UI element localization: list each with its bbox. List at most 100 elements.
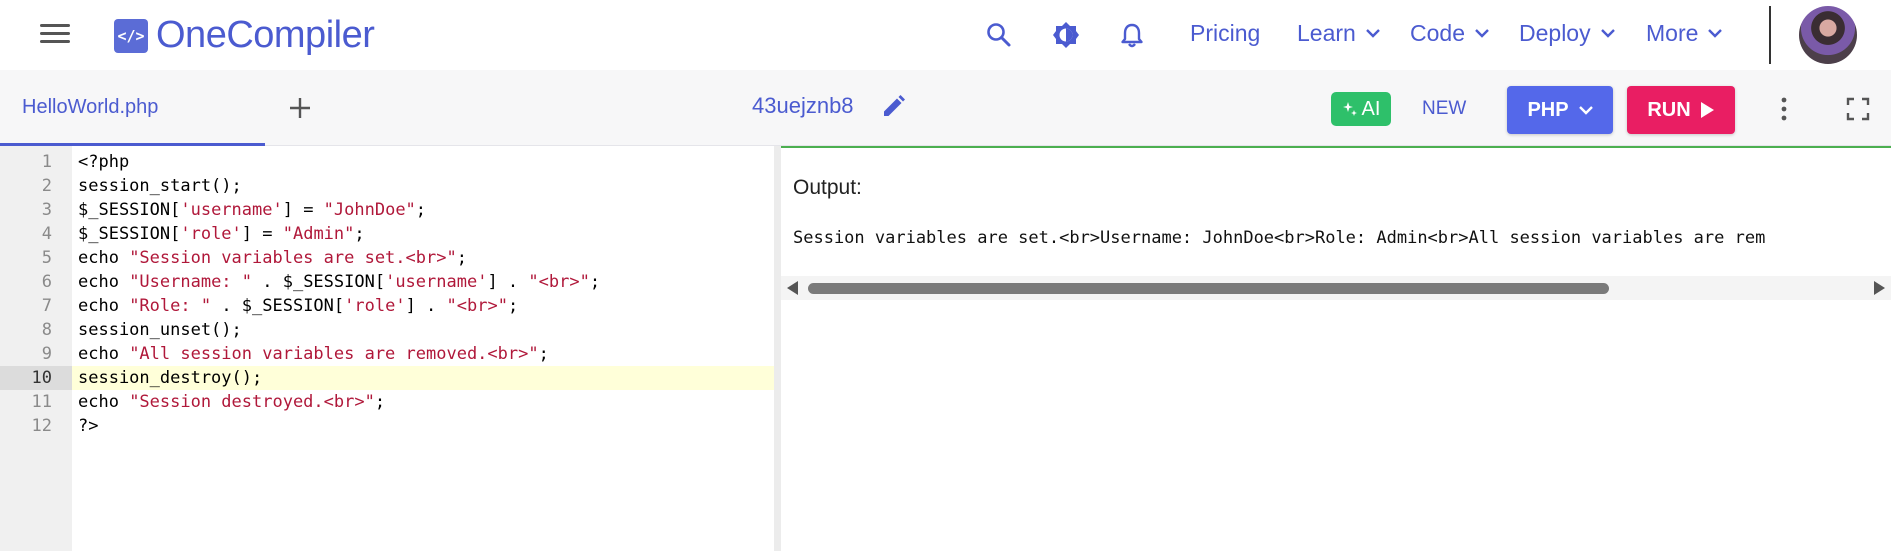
code-line[interactable]: 6 echo "Username: " . $_SESSION['username… bbox=[0, 270, 774, 294]
output-pane: Output: Session variables are set.<br>Us… bbox=[781, 146, 1891, 553]
code-editor[interactable]: 1 <?php 2 session_start(); 3 $_SESSION['usern… bbox=[0, 146, 774, 551]
chevron-down-icon bbox=[1708, 29, 1723, 38]
fullscreen-icon[interactable] bbox=[1846, 97, 1870, 121]
line-number: 2 bbox=[41, 176, 52, 196]
menu-icon[interactable] bbox=[40, 24, 70, 44]
code-line[interactable]: 4 $_SESSION['role'] = "Admin"; bbox=[0, 222, 774, 246]
chevron-down-icon bbox=[1600, 29, 1615, 38]
language-select[interactable]: PHP bbox=[1507, 86, 1613, 134]
string-token: 'username' bbox=[385, 272, 488, 292]
string-token: "<br>" bbox=[446, 296, 508, 316]
new-button[interactable]: NEW bbox=[1422, 98, 1466, 120]
sparkle-icon bbox=[1342, 102, 1357, 116]
code-token: ] . bbox=[487, 272, 529, 292]
nav-code[interactable]: Code bbox=[1410, 20, 1489, 47]
chevron-down-icon bbox=[1365, 29, 1380, 38]
code-line[interactable]: 12 ?> bbox=[0, 414, 774, 438]
nav-learn[interactable]: Learn bbox=[1297, 20, 1380, 47]
code-line[interactable]: 11 echo "Session destroyed.<br>"; bbox=[0, 390, 774, 414]
string-token: "All session variables are removed.<br>" bbox=[129, 344, 539, 364]
nav-pricing-label: Pricing bbox=[1190, 20, 1261, 46]
code-token: echo bbox=[78, 296, 130, 316]
code-text: session_unset(); bbox=[78, 318, 242, 342]
code-token: session_unset(); bbox=[78, 320, 242, 340]
string-token: 'role' bbox=[180, 224, 242, 244]
code-text: echo "Session variables are set.<br>"; bbox=[78, 246, 467, 270]
code-line[interactable]: 8 session_unset(); bbox=[0, 318, 774, 342]
brand-name: OneCompiler bbox=[156, 14, 375, 56]
add-file-icon[interactable] bbox=[288, 96, 312, 120]
code-line[interactable]: 9 echo "All session variables are removed… bbox=[0, 342, 774, 366]
line-number: 5 bbox=[41, 248, 52, 268]
chevron-down-icon bbox=[1578, 105, 1593, 115]
code-line[interactable]: 2 session_start(); bbox=[0, 174, 774, 198]
code-line[interactable]: 1 <?php bbox=[0, 150, 774, 174]
top-navbar: </> OneCompiler Pricing Learn Code Deplo… bbox=[0, 0, 1891, 71]
nav-deploy[interactable]: Deploy bbox=[1519, 20, 1615, 47]
code-line[interactable]: 7 echo "Role: " . $_SESSION['role'] . "<b… bbox=[0, 294, 774, 318]
code-token: session_destroy(); bbox=[78, 368, 263, 388]
nav-divider bbox=[1769, 6, 1771, 64]
code-token: ; bbox=[589, 272, 601, 292]
code-text: session_destroy(); bbox=[78, 366, 262, 390]
scrollbar-thumb[interactable] bbox=[808, 283, 1609, 294]
code-token: session_start(); bbox=[78, 176, 242, 196]
code-token: ?> bbox=[78, 416, 99, 436]
code-token: echo bbox=[78, 392, 130, 412]
nav-more[interactable]: More bbox=[1646, 20, 1723, 47]
code-text: echo "Username: " . $_SESSION['username'… bbox=[78, 270, 600, 294]
code-line[interactable]: 5 echo "Session variables are set.<br>"; bbox=[0, 246, 774, 270]
code-token: ] = bbox=[241, 224, 283, 244]
language-label: PHP bbox=[1527, 98, 1569, 121]
pane-resizer[interactable] bbox=[774, 146, 781, 551]
nav-more-label: More bbox=[1646, 20, 1699, 46]
output-label: Output: bbox=[793, 176, 862, 199]
line-number: 6 bbox=[41, 272, 52, 292]
horizontal-scrollbar[interactable] bbox=[781, 276, 1891, 300]
code-token: ; bbox=[538, 344, 549, 364]
code-token: ; bbox=[354, 224, 365, 244]
code-text: <?php bbox=[78, 150, 129, 174]
code-token: ; bbox=[374, 392, 386, 412]
line-number: 11 bbox=[31, 392, 52, 412]
string-token: "Username: " bbox=[129, 272, 253, 292]
code-token: echo bbox=[78, 248, 130, 268]
string-token: "Session destroyed.<br>" bbox=[129, 392, 375, 412]
line-number: 3 bbox=[41, 200, 52, 220]
more-options-icon[interactable] bbox=[1774, 96, 1794, 122]
file-tab[interactable]: HelloWorld.php bbox=[0, 70, 265, 146]
play-icon bbox=[1700, 102, 1714, 118]
scroll-right-arrow-icon[interactable] bbox=[1874, 281, 1885, 295]
project-name[interactable]: 43uejznb8 bbox=[752, 93, 854, 119]
scroll-left-arrow-icon[interactable] bbox=[787, 281, 798, 295]
string-token: "JohnDoe" bbox=[323, 200, 416, 220]
code-text: echo "Session destroyed.<br>"; bbox=[78, 390, 385, 414]
ai-button[interactable]: AI bbox=[1331, 92, 1391, 126]
nav-pricing[interactable]: Pricing bbox=[1190, 20, 1260, 47]
nav-code-label: Code bbox=[1410, 20, 1465, 46]
logo[interactable]: </> OneCompiler bbox=[114, 14, 375, 57]
editor-toolbar: HelloWorld.php 43uejznb8 AI NEW PHP RUN bbox=[0, 70, 1891, 146]
search-icon[interactable] bbox=[984, 20, 1014, 50]
chevron-down-icon bbox=[1475, 29, 1489, 38]
logo-mark: </> bbox=[114, 18, 148, 53]
code-text: echo "All session variables are removed.… bbox=[78, 342, 549, 366]
avatar[interactable] bbox=[1799, 6, 1857, 64]
notifications-icon[interactable] bbox=[1117, 20, 1147, 50]
code-line[interactable]: 10 session_destroy(); bbox=[0, 366, 774, 390]
code-text: echo "Role: " . $_SESSION['role'] . "<br… bbox=[78, 294, 518, 318]
string-token: "<br>" bbox=[528, 272, 590, 292]
output-text: Session variables are set.<br>Username: … bbox=[793, 228, 1766, 248]
theme-toggle-icon[interactable] bbox=[1051, 20, 1081, 50]
code-token: <?php bbox=[78, 152, 130, 172]
line-number: 7 bbox=[41, 296, 52, 316]
code-text: ?> bbox=[78, 414, 98, 438]
code-line[interactable]: 3 $_SESSION['username'] = "JohnDoe"; bbox=[0, 198, 774, 222]
nav-learn-label: Learn bbox=[1297, 20, 1356, 46]
code-token: . $_SESSION[ bbox=[252, 272, 386, 292]
line-number: 9 bbox=[41, 344, 52, 364]
pencil-icon[interactable] bbox=[880, 94, 906, 120]
run-button[interactable]: RUN bbox=[1627, 86, 1735, 134]
line-number: 1 bbox=[41, 152, 52, 172]
line-number: 10 bbox=[0, 366, 72, 390]
